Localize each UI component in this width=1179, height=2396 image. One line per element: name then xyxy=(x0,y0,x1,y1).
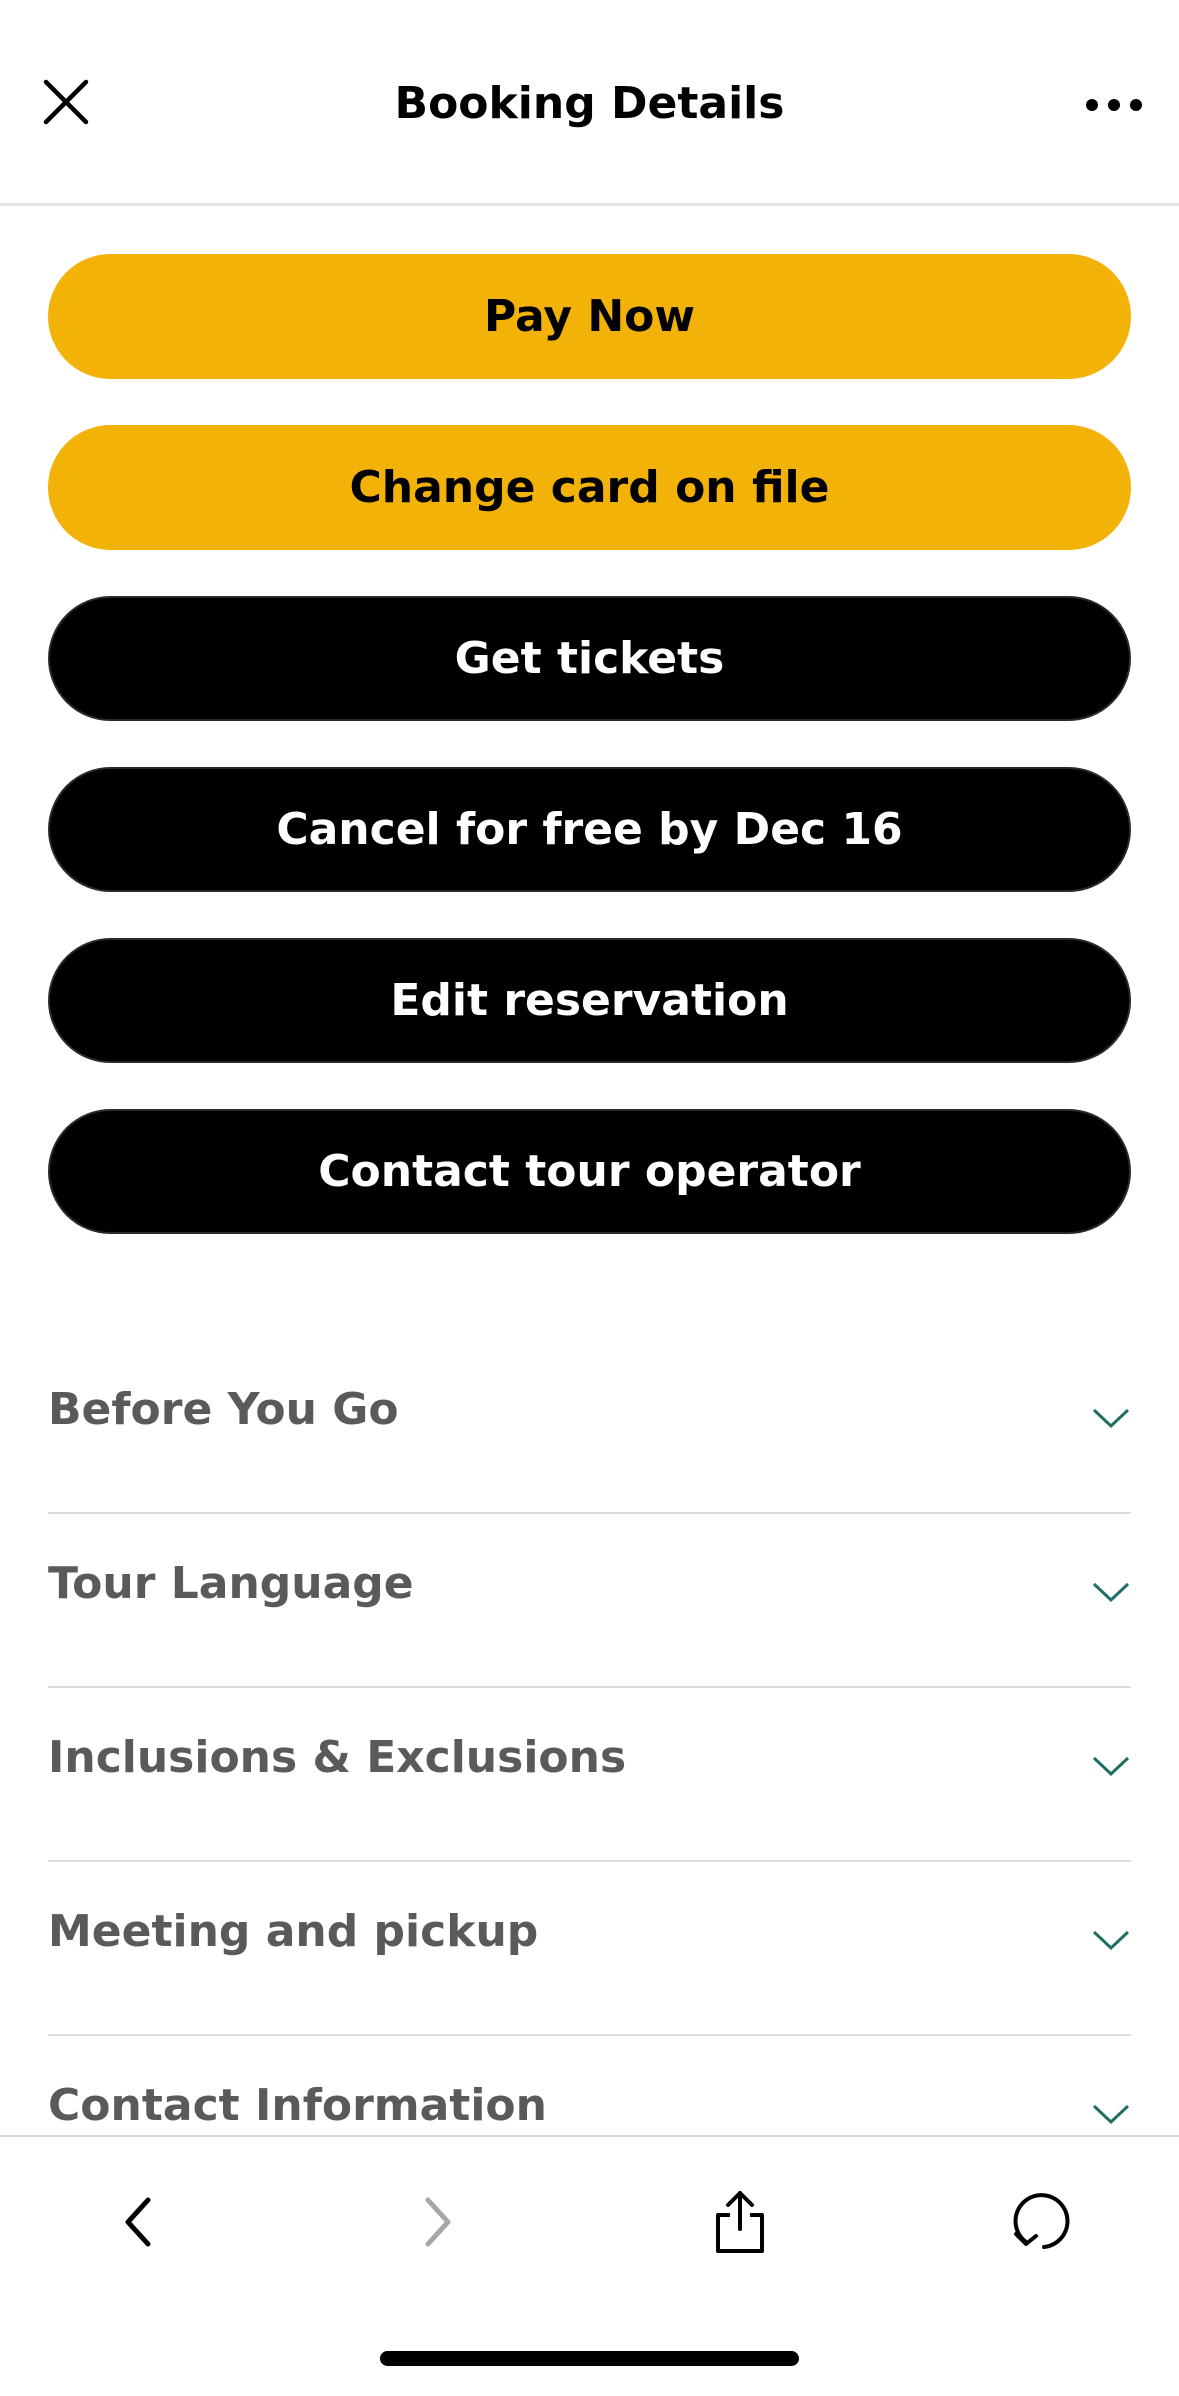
chevron-down-icon xyxy=(1092,1930,1130,1951)
details-accordion: Before You Go Tour Language Inclusions &… xyxy=(48,1340,1131,2210)
section-label: Tour Language xyxy=(48,1558,414,1609)
section-label: Inclusions & Exclusions xyxy=(48,1732,627,1783)
section-label: Meeting and pickup xyxy=(48,1906,539,1957)
section-label: Before You Go xyxy=(48,1384,399,1435)
cancel-booking-button[interactable]: Cancel for free by Dec 16 xyxy=(48,767,1131,892)
refresh-icon xyxy=(1013,2193,1070,2249)
header: Booking Details xyxy=(0,0,1179,206)
chevron-right-icon xyxy=(425,2197,451,2247)
section-before-you-go[interactable]: Before You Go xyxy=(48,1340,1131,1514)
section-tour-language[interactable]: Tour Language xyxy=(48,1514,1131,1688)
back-button[interactable] xyxy=(88,2177,188,2267)
share-icon xyxy=(716,2191,764,2253)
chevron-down-icon xyxy=(1092,2104,1130,2125)
get-tickets-button[interactable]: Get tickets xyxy=(48,596,1131,721)
pay-now-button[interactable]: Pay Now xyxy=(48,254,1131,379)
change-card-button[interactable]: Change card on file xyxy=(48,425,1131,550)
chevron-down-icon xyxy=(1092,1582,1130,1603)
section-meeting-pickup[interactable]: Meeting and pickup xyxy=(48,1862,1131,2036)
edit-reservation-button[interactable]: Edit reservation xyxy=(48,938,1131,1063)
section-inclusions-exclusions[interactable]: Inclusions & Exclusions xyxy=(48,1688,1131,1862)
refresh-button[interactable] xyxy=(990,2177,1090,2267)
browser-toolbar xyxy=(0,2135,1179,2396)
more-horizontal-icon xyxy=(1086,99,1142,111)
section-label: Contact Information xyxy=(48,2080,547,2131)
more-options-button[interactable] xyxy=(1079,80,1149,130)
chevron-down-icon xyxy=(1092,1408,1130,1429)
forward-button[interactable] xyxy=(388,2177,488,2267)
action-buttons: Pay Now Change card on file Get tickets … xyxy=(48,254,1131,1280)
contact-operator-button[interactable]: Contact tour operator xyxy=(48,1109,1131,1234)
home-indicator xyxy=(380,2351,799,2366)
share-button[interactable] xyxy=(690,2177,790,2267)
chevron-down-icon xyxy=(1092,1756,1130,1777)
page-title: Booking Details xyxy=(394,78,785,129)
chevron-left-icon xyxy=(125,2197,151,2247)
